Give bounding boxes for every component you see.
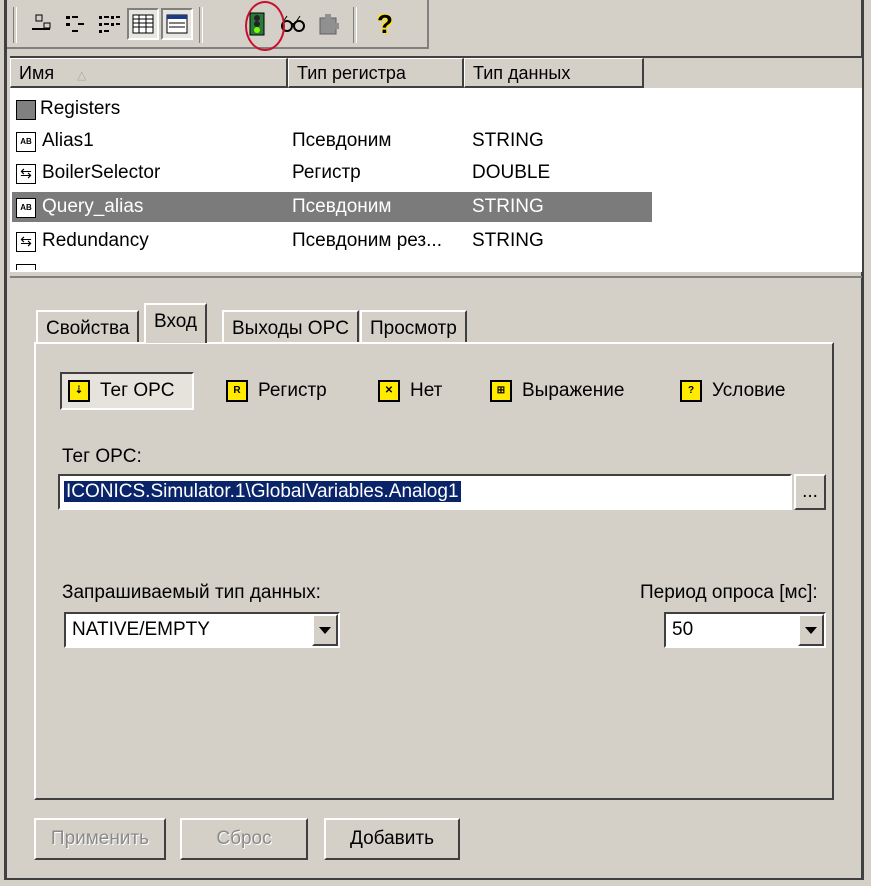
list-view-button[interactable] [93, 8, 125, 40]
add-label: Добавить [350, 828, 434, 849]
data-type-value: NATIVE/EMPTY [72, 619, 210, 640]
opc-tag-input[interactable]: ICONICS.Simulator.1\GlobalVariables.Anal… [58, 474, 792, 510]
large-icons-view-button[interactable] [25, 8, 57, 40]
row-name: Query_alias [42, 196, 144, 217]
add-button[interactable]: Добавить [324, 818, 460, 860]
alias-icon: AB [16, 132, 36, 152]
properties-view-icon [166, 14, 188, 34]
row-data-type: STRING [472, 230, 544, 251]
alias-icon: AB [16, 198, 36, 218]
opc-tag-value: ICONICS.Simulator.1\GlobalVariables.Anal… [64, 481, 461, 502]
highlight-circle [245, 1, 285, 51]
column-data-type-label: Тип данных [473, 63, 571, 83]
help-icon: ? [377, 8, 393, 39]
browse-button[interactable]: ... [794, 474, 826, 510]
help-button[interactable]: ? [369, 8, 401, 40]
row-name: Alias1 [42, 130, 94, 151]
toolbar-separator [199, 7, 203, 43]
row-data-type: STRING [472, 130, 544, 151]
list-item-selected[interactable]: AB Query_alias Псевдоним STRING [12, 192, 652, 222]
poll-period-select[interactable]: 50 [664, 612, 826, 648]
apply-label: Применить [50, 828, 150, 849]
reset-label: Сброс [216, 828, 272, 849]
list-header: Имя △ Тип регистра Тип данных [10, 58, 862, 88]
row-name: BoilerSelector [42, 162, 161, 183]
list-item-registers-root[interactable]: Registers [12, 94, 652, 124]
list-item[interactable]: AB Alias1 Псевдоним STRING [12, 126, 652, 156]
sort-ascending-icon: △ [77, 68, 87, 82]
data-type-label: Запрашиваемый тип данных: [62, 582, 321, 603]
expression-icon: ⊞ [490, 380, 512, 402]
toolbar-separator [13, 7, 17, 43]
column-register-type-label: Тип регистра [297, 63, 406, 83]
mode-expression-label: Выражение [522, 380, 625, 401]
puzzle-icon [319, 14, 339, 35]
mode-condition-button[interactable]: ? Условие [680, 372, 785, 410]
folder-icon [16, 100, 36, 120]
mode-register-label: Регистр [258, 380, 327, 401]
column-header-data-type[interactable]: Тип данных [464, 58, 644, 88]
none-mode-icon: ✕ [378, 380, 400, 402]
plugin-button[interactable] [313, 8, 345, 40]
column-header-register-type[interactable]: Тип регистра [288, 58, 464, 88]
opc-tag-icon: ⇣ [68, 380, 90, 402]
condition-icon: ? [680, 380, 702, 402]
chevron-down-icon[interactable] [798, 614, 824, 646]
large-icons-view-icon [32, 14, 51, 30]
mode-opc-tag-button[interactable]: ⇣ Тег OPC [60, 372, 194, 410]
toolbar: ? [7, 0, 429, 51]
tab-properties-label: Свойства [46, 318, 130, 339]
row-register-type: Псевдоним рез... [292, 230, 442, 251]
properties-view-button[interactable] [161, 8, 193, 40]
details-view-button[interactable] [127, 8, 159, 40]
register-icon: ⇆ [16, 232, 36, 252]
row-register-type: Регистр [292, 162, 361, 183]
tab-opc-outputs[interactable]: Выходы OPC [222, 310, 359, 344]
toolbar-separator [353, 7, 357, 43]
apply-button[interactable]: Применить [34, 818, 166, 860]
root-label: Registers [40, 98, 121, 119]
registers-list[interactable]: Имя △ Тип регистра Тип данных Registers … [10, 56, 862, 272]
opc-tag-label: Тег OPC: [62, 446, 142, 467]
column-name-label: Имя [19, 63, 55, 83]
tab-panel-input [34, 342, 834, 800]
mode-opc-tag-label: Тег OPC [100, 380, 175, 401]
small-icons-view-icon [66, 16, 84, 32]
tab-view[interactable]: Просмотр [360, 310, 467, 344]
column-header-name[interactable]: Имя △ [10, 58, 288, 88]
data-type-select[interactable]: NATIVE/EMPTY [64, 612, 340, 648]
mode-register-button[interactable]: R Регистр [226, 372, 327, 410]
small-icons-view-button[interactable] [59, 8, 91, 40]
list-view-icon [99, 16, 120, 33]
reset-button[interactable]: Сброс [180, 818, 308, 860]
row-register-type: Псевдоним [292, 130, 392, 151]
register-icon: ⇆ [16, 164, 36, 184]
poll-period-value: 50 [672, 619, 694, 640]
row-register-type: Псевдоним [292, 196, 392, 217]
register-mode-icon: R [226, 380, 248, 402]
splitter[interactable] [10, 270, 862, 278]
tab-properties[interactable]: Свойства [36, 310, 140, 344]
mode-condition-label: Условие [712, 380, 786, 401]
row-data-type: DOUBLE [472, 162, 551, 183]
list-item[interactable]: ⇆ BoilerSelector Регистр DOUBLE [12, 158, 652, 188]
row-name: Redundancy [42, 230, 149, 251]
tab-view-label: Просмотр [370, 318, 457, 339]
poll-period-label: Период опроса [мс]: [640, 582, 818, 603]
chevron-down-icon[interactable] [312, 614, 338, 646]
list-item[interactable]: ⇆ Redundancy Псевдоним рез... STRING [12, 226, 652, 256]
row-data-type: STRING [472, 196, 544, 217]
mode-none-button[interactable]: ✕ Нет [378, 372, 442, 410]
tab-input[interactable]: Вход [144, 303, 207, 343]
mode-none-label: Нет [410, 380, 443, 401]
tab-opc-outputs-label: Выходы OPC [232, 318, 349, 339]
mode-expression-button[interactable]: ⊞ Выражение [490, 372, 624, 410]
tab-input-label: Вход [154, 311, 197, 332]
details-view-icon [132, 14, 154, 34]
